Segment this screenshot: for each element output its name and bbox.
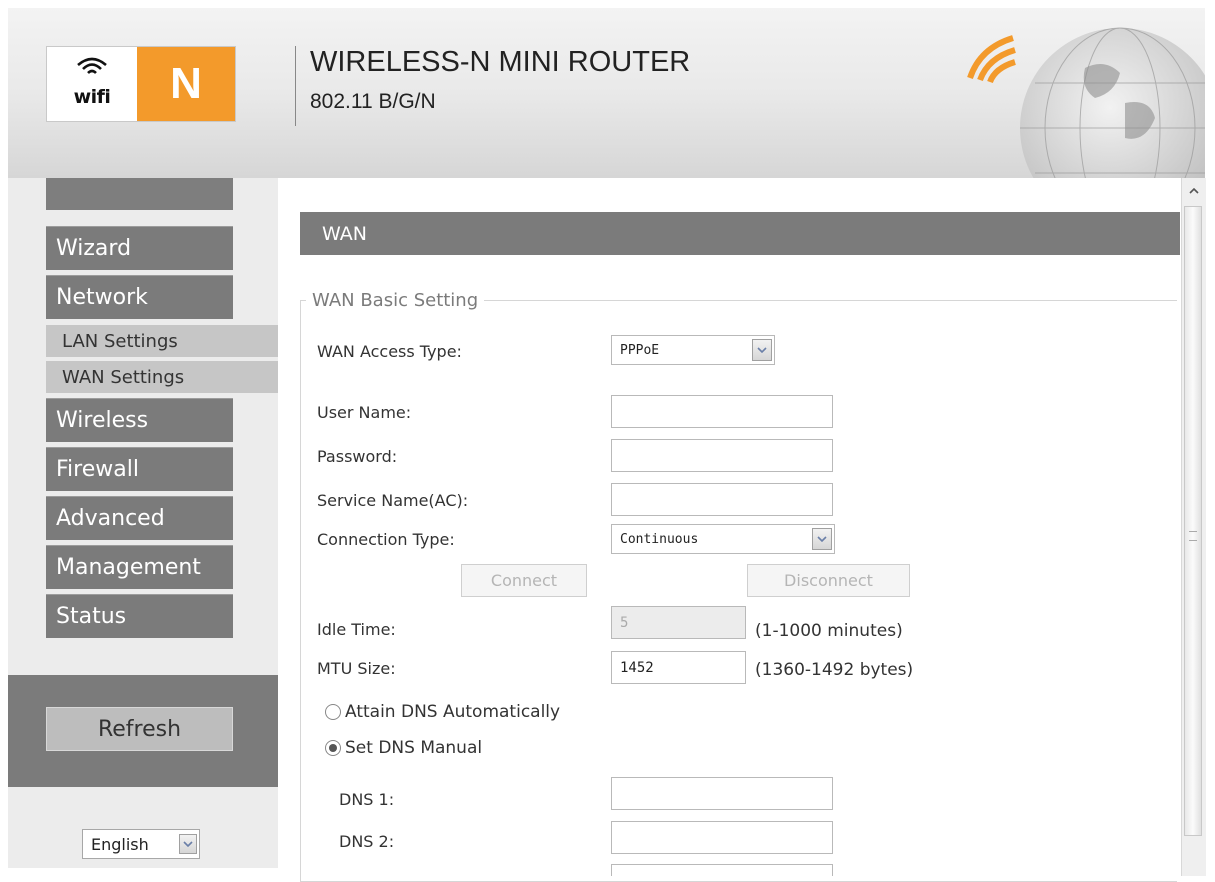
chevron-down-icon[interactable] <box>812 528 832 550</box>
service-name-label: Service Name(AC): <box>317 491 469 510</box>
wan-access-type-value: PPPoE <box>620 342 660 358</box>
wifi-icon <box>77 57 107 74</box>
user-name-label: User Name: <box>317 403 412 422</box>
language-select[interactable]: English <box>82 829 200 859</box>
dns3-input-partial[interactable] <box>611 864 833 876</box>
sidebar-item-lan-settings[interactable]: LAN Settings <box>46 325 278 357</box>
idle-time-label: Idle Time: <box>317 620 396 639</box>
mtu-size-hint: (1360-1492 bytes) <box>755 660 914 680</box>
wifi-logo: wifi <box>47 47 137 121</box>
dns1-label: DNS 1: <box>339 790 395 809</box>
logo-n-badge: N <box>137 47 235 121</box>
header-divider <box>295 46 296 126</box>
chevron-down-icon[interactable] <box>752 339 772 361</box>
service-name-input[interactable] <box>611 483 833 516</box>
wan-access-type-label: WAN Access Type: <box>317 342 462 361</box>
sidebar-item-wizard[interactable]: Wizard <box>46 226 233 270</box>
header: wifi N WIRELESS-N MINI ROUTER 802.11 B/G… <box>8 8 1205 178</box>
sidebar-item-management[interactable]: Management <box>46 545 233 589</box>
sidebar-item-wan-settings[interactable]: WAN Settings <box>46 361 278 393</box>
sidebar-item-status[interactable]: Status <box>46 594 233 638</box>
product-subtitle: 802.11 B/G/N <box>310 90 436 113</box>
dns-manual-label: Set DNS Manual <box>345 738 483 758</box>
globe-graphic <box>967 27 1205 178</box>
connection-type-select[interactable]: Continuous <box>611 524 835 554</box>
sidebar-item-network[interactable]: Network <box>46 275 233 319</box>
mtu-size-input[interactable]: 1452 <box>611 651 746 684</box>
disconnect-button[interactable]: Disconnect <box>747 564 910 597</box>
connection-type-label: Connection Type: <box>317 530 455 549</box>
scroll-thumb[interactable] <box>1184 206 1202 836</box>
sidebar-item-advanced[interactable]: Advanced <box>46 496 233 540</box>
dns-manual-option[interactable]: Set DNS Manual <box>325 738 482 758</box>
mtu-size-label: MTU Size: <box>317 659 396 678</box>
connect-button[interactable]: Connect <box>461 564 587 597</box>
connection-type-value: Continuous <box>620 531 699 547</box>
product-title: WIRELESS-N MINI ROUTER <box>310 46 691 78</box>
section-header: WAN <box>300 212 1180 255</box>
idle-time-hint: (1-1000 minutes) <box>755 621 903 641</box>
dns1-input[interactable] <box>611 777 833 810</box>
vertical-scrollbar[interactable] <box>1181 178 1206 876</box>
scroll-grip-icon <box>1189 531 1197 541</box>
scroll-up-arrow-icon[interactable] <box>1185 182 1202 200</box>
user-name-input[interactable] <box>611 395 833 428</box>
dns2-label: DNS 2: <box>339 832 395 851</box>
dns-auto-option[interactable]: Attain DNS Automatically <box>325 702 560 722</box>
dns-manual-radio[interactable] <box>325 740 341 756</box>
idle-time-input[interactable]: 5 <box>611 606 746 639</box>
refresh-button[interactable]: Refresh <box>46 707 233 751</box>
password-input[interactable] <box>611 439 833 472</box>
wan-access-type-select[interactable]: PPPoE <box>611 335 775 365</box>
chevron-down-icon[interactable] <box>179 834 197 854</box>
sidebar-item-wireless[interactable]: Wireless <box>46 398 233 442</box>
wifi-n-logo: wifi N <box>46 46 236 122</box>
fieldset-legend: WAN Basic Setting <box>306 290 485 311</box>
dns-auto-label: Attain DNS Automatically <box>345 702 561 722</box>
refresh-panel: Refresh <box>8 675 278 787</box>
password-label: Password: <box>317 447 398 466</box>
dns2-input[interactable] <box>611 821 833 854</box>
dns-auto-radio[interactable] <box>325 704 341 720</box>
sidebar-item-firewall[interactable]: Firewall <box>46 447 233 491</box>
sidebar-top-bar <box>46 178 233 210</box>
sidebar: Wizard Network LAN Settings WAN Settings… <box>8 178 278 868</box>
language-value: English <box>91 834 149 854</box>
logo-wifi-text: wifi <box>73 86 111 108</box>
